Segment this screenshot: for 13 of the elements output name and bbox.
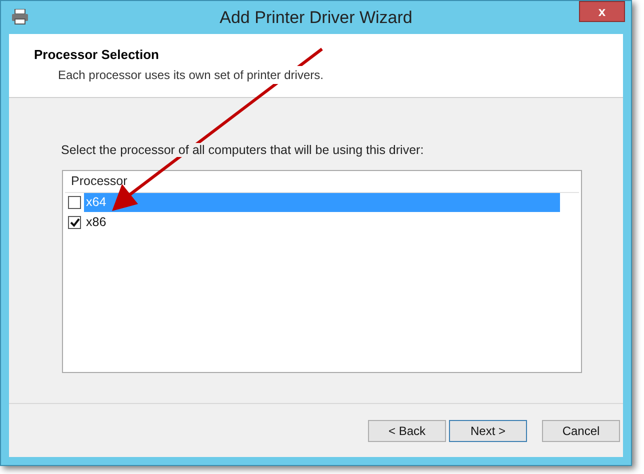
list-item[interactable]: x86 xyxy=(84,213,106,232)
close-button[interactable]: x xyxy=(579,1,625,22)
check-icon xyxy=(70,218,80,228)
header-subtitle: Each processor uses its own set of printer drivers. xyxy=(58,66,324,84)
instruction-text: Select the processor of all computers that will be using this driver: xyxy=(61,143,424,157)
cancel-button[interactable]: Cancel xyxy=(542,420,620,442)
next-button[interactable]: Next > xyxy=(449,420,527,442)
window-title: Add Printer Driver Wizard xyxy=(218,6,414,29)
checkbox[interactable] xyxy=(68,196,81,210)
back-button[interactable]: < Back xyxy=(368,420,446,442)
header-title: Processor Selection xyxy=(34,46,160,64)
checkbox[interactable] xyxy=(68,216,81,230)
printer-icon xyxy=(11,9,29,25)
